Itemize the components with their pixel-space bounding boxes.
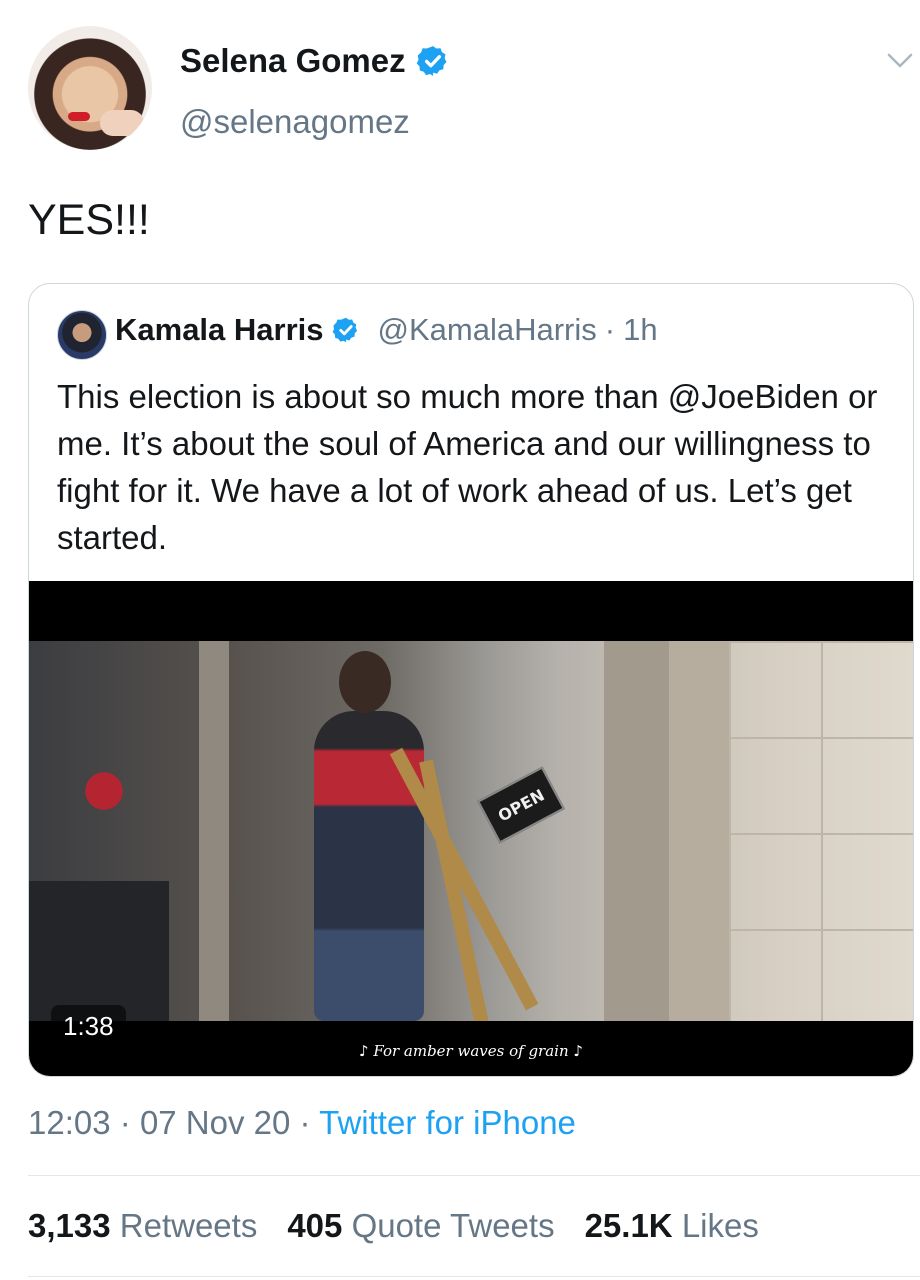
avatar-hand <box>100 110 144 136</box>
likes-label: Likes <box>681 1207 759 1244</box>
tweet-time[interactable]: 12:03 <box>28 1104 111 1141</box>
divider <box>28 1276 920 1277</box>
video-flowers <box>69 761 139 821</box>
avatar-lips <box>68 112 90 121</box>
quoted-tweet-time[interactable]: 1h <box>623 312 657 348</box>
video-frame: OPEN <box>29 641 913 1021</box>
video-door-edge <box>669 641 729 1021</box>
meta-separator: · <box>119 1104 131 1141</box>
likes-count: 25.1K <box>584 1207 673 1244</box>
video-caption: ♪ For amber waves of grain ♪ <box>359 1042 583 1060</box>
tweet-stats: 3,133 Retweets 405 Quote Tweets 25.1K Li… <box>28 1207 759 1245</box>
quoted-tweet-card[interactable]: Kamala Harris @KamalaHarris · 1h This el… <box>28 283 914 1077</box>
tweet-text: YES!!! <box>28 196 150 244</box>
tweet-date[interactable]: 07 Nov 20 <box>140 1104 290 1141</box>
likes-stat[interactable]: 25.1K Likes <box>585 1207 759 1245</box>
chevron-down-icon[interactable] <box>886 52 914 70</box>
tweet-meta: 12:03 · 07 Nov 20 · Twitter for iPhone <box>28 1104 576 1142</box>
quoted-tweet-header: Kamala Harris @KamalaHarris · 1h <box>115 312 658 348</box>
quoted-author-name[interactable]: Kamala Harris <box>115 312 324 348</box>
video-table <box>29 881 169 1021</box>
video-door-frame <box>199 641 229 1021</box>
retweets-label: Retweets <box>119 1207 258 1244</box>
video-open-sign: OPEN <box>477 766 565 844</box>
quoted-tweet-text: This election is about so much more than… <box>57 378 878 556</box>
quote-tweets-label: Quote Tweets <box>351 1207 555 1244</box>
retweets-stat[interactable]: 3,133 Retweets <box>28 1207 257 1245</box>
video-player[interactable]: OPEN 1:38 ♪ For amber waves of grain ♪ <box>29 581 913 1076</box>
tweet-source-link[interactable]: Twitter for iPhone <box>319 1104 576 1141</box>
divider <box>28 1175 920 1176</box>
quoted-separator: · <box>604 312 616 347</box>
quote-tweets-stat[interactable]: 405 Quote Tweets <box>287 1207 554 1245</box>
author-handle[interactable]: @selenagomez <box>180 103 410 141</box>
meta-separator: · <box>299 1104 311 1141</box>
video-tiles <box>729 641 913 1021</box>
verified-badge-icon <box>416 46 447 76</box>
author-avatar[interactable] <box>28 26 152 150</box>
author-display-name[interactable]: Selena Gomez <box>180 42 406 80</box>
author-name-row: Selena Gomez <box>180 42 450 80</box>
video-person-head <box>339 651 391 713</box>
quoted-author-handle[interactable]: @KamalaHarris <box>378 312 597 348</box>
quoted-author-avatar[interactable] <box>57 310 107 360</box>
verified-badge-icon <box>332 317 357 343</box>
quote-tweets-count: 405 <box>287 1207 343 1244</box>
retweets-count: 3,133 <box>28 1207 111 1244</box>
